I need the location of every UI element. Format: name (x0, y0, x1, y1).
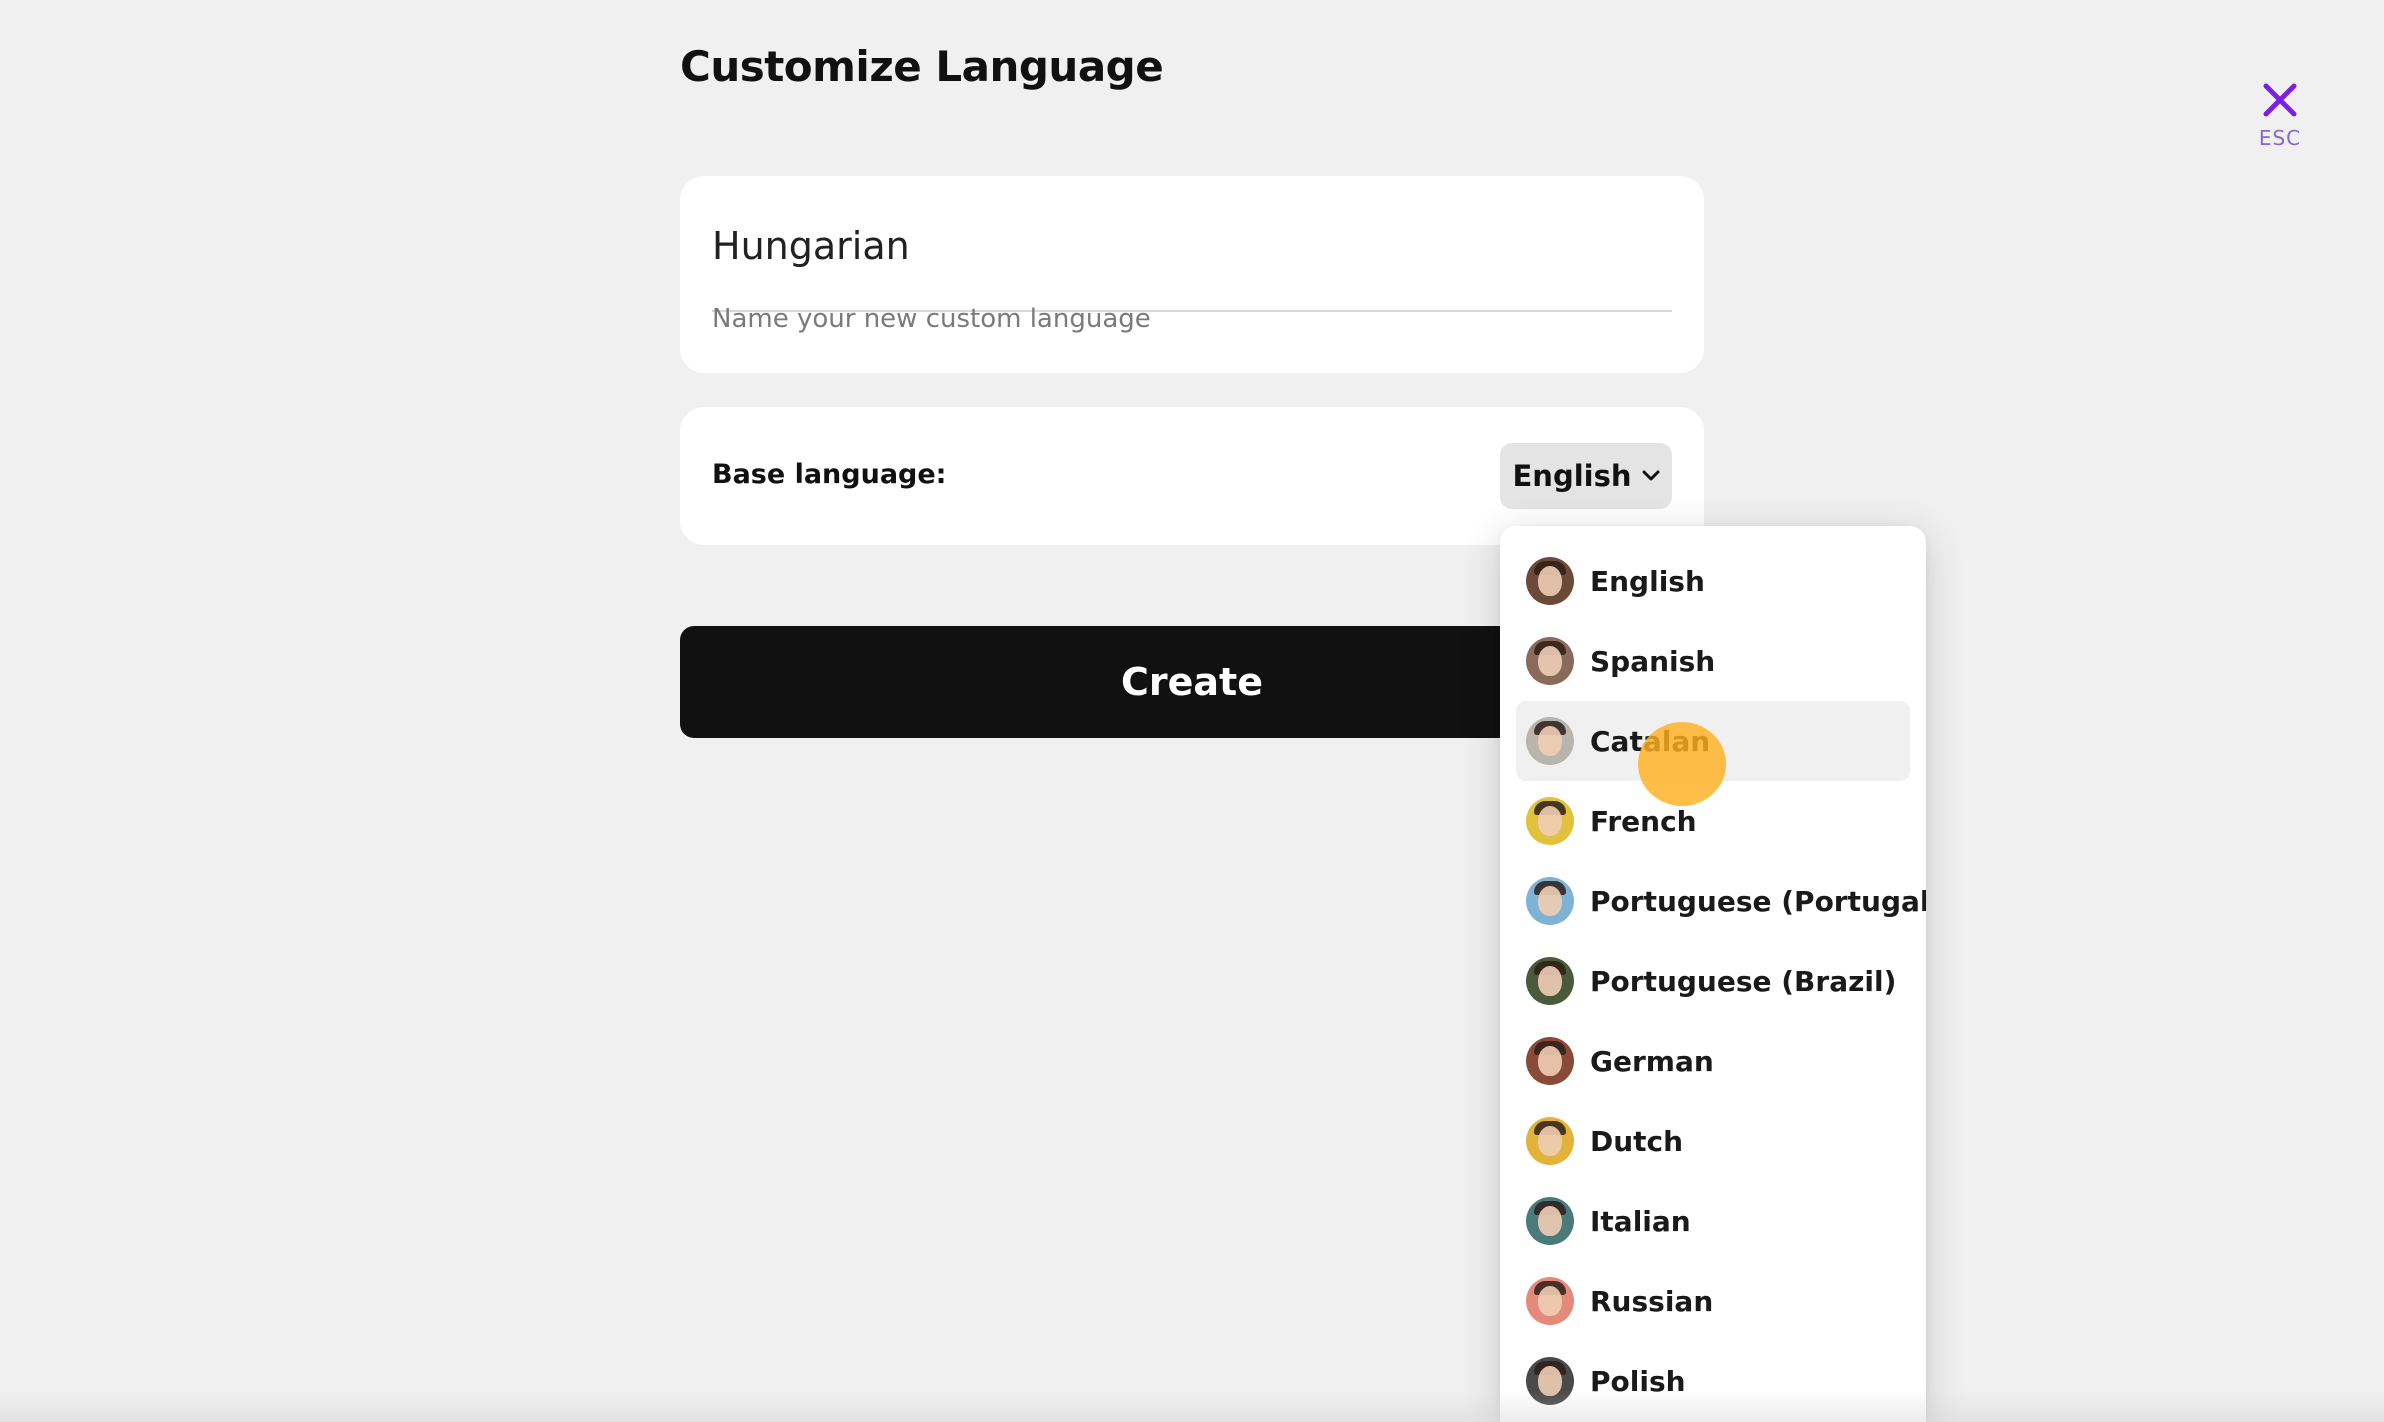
dropdown-item-label: French (1590, 804, 1697, 838)
dropdown-item-label: Portuguese (Brazil) (1590, 964, 1897, 998)
dropdown-item-portuguese-portugal[interactable]: Portuguese (Portugal) (1516, 861, 1926, 941)
dropdown-item-dutch[interactable]: Dutch (1516, 1101, 1910, 1181)
close-label: ESC (2258, 126, 2302, 150)
close-icon (2263, 83, 2297, 117)
dropdown-item-label: Dutch (1590, 1124, 1684, 1158)
dropdown-item-label: Polish (1590, 1364, 1686, 1398)
dropdown-item-german[interactable]: German (1516, 1021, 1910, 1101)
dropdown-item-russian[interactable]: Russian (1516, 1261, 1910, 1341)
dropdown-item-portuguese-brazil[interactable]: Portuguese (Brazil) (1516, 941, 1910, 1021)
base-language-dropdown: English Spanish Catalan French Portugues… (1500, 526, 1926, 1422)
dropdown-item-label: English (1590, 564, 1705, 598)
avatar-icon (1526, 1037, 1574, 1085)
dropdown-item-catalan[interactable]: Catalan (1516, 701, 1910, 781)
avatar-icon (1526, 1357, 1574, 1405)
dropdown-item-spanish[interactable]: Spanish (1516, 621, 1910, 701)
avatar-icon (1526, 797, 1574, 845)
base-language-label: Base language: (712, 459, 947, 490)
close-button[interactable]: ESC (2245, 80, 2315, 162)
dropdown-item-label: Spanish (1590, 644, 1716, 678)
name-card (680, 176, 1704, 373)
avatar-icon (1526, 1197, 1574, 1245)
dropdown-item-label: Portuguese (Portugal) (1590, 884, 1926, 918)
avatar-icon (1526, 957, 1574, 1005)
page-title: Customize Language (680, 42, 1164, 91)
language-name-input[interactable] (712, 212, 1672, 312)
avatar-icon (1526, 717, 1574, 765)
base-language-value: English (1512, 459, 1632, 493)
avatar-icon (1526, 1277, 1574, 1325)
dropdown-item-french[interactable]: French (1516, 781, 1910, 861)
avatar-icon (1526, 557, 1574, 605)
dropdown-item-label: Russian (1590, 1284, 1714, 1318)
chevron-down-icon (1642, 470, 1659, 481)
dropdown-item-italian[interactable]: Italian (1516, 1181, 1910, 1261)
dropdown-item-label: Catalan (1590, 724, 1711, 758)
avatar-icon (1526, 1117, 1574, 1165)
avatar-icon (1526, 637, 1574, 685)
bottom-edge-shadow (0, 1390, 2384, 1422)
dropdown-item-polish[interactable]: Polish (1516, 1341, 1910, 1421)
dropdown-item-label: German (1590, 1044, 1714, 1078)
dropdown-item-label: Italian (1590, 1204, 1691, 1238)
base-language-select[interactable]: English (1500, 443, 1672, 509)
base-language-card: Base language: English (680, 407, 1704, 545)
language-name-helper: Name your new custom language (712, 304, 1151, 334)
avatar-icon (1526, 877, 1574, 925)
dropdown-item-english[interactable]: English (1516, 541, 1910, 621)
